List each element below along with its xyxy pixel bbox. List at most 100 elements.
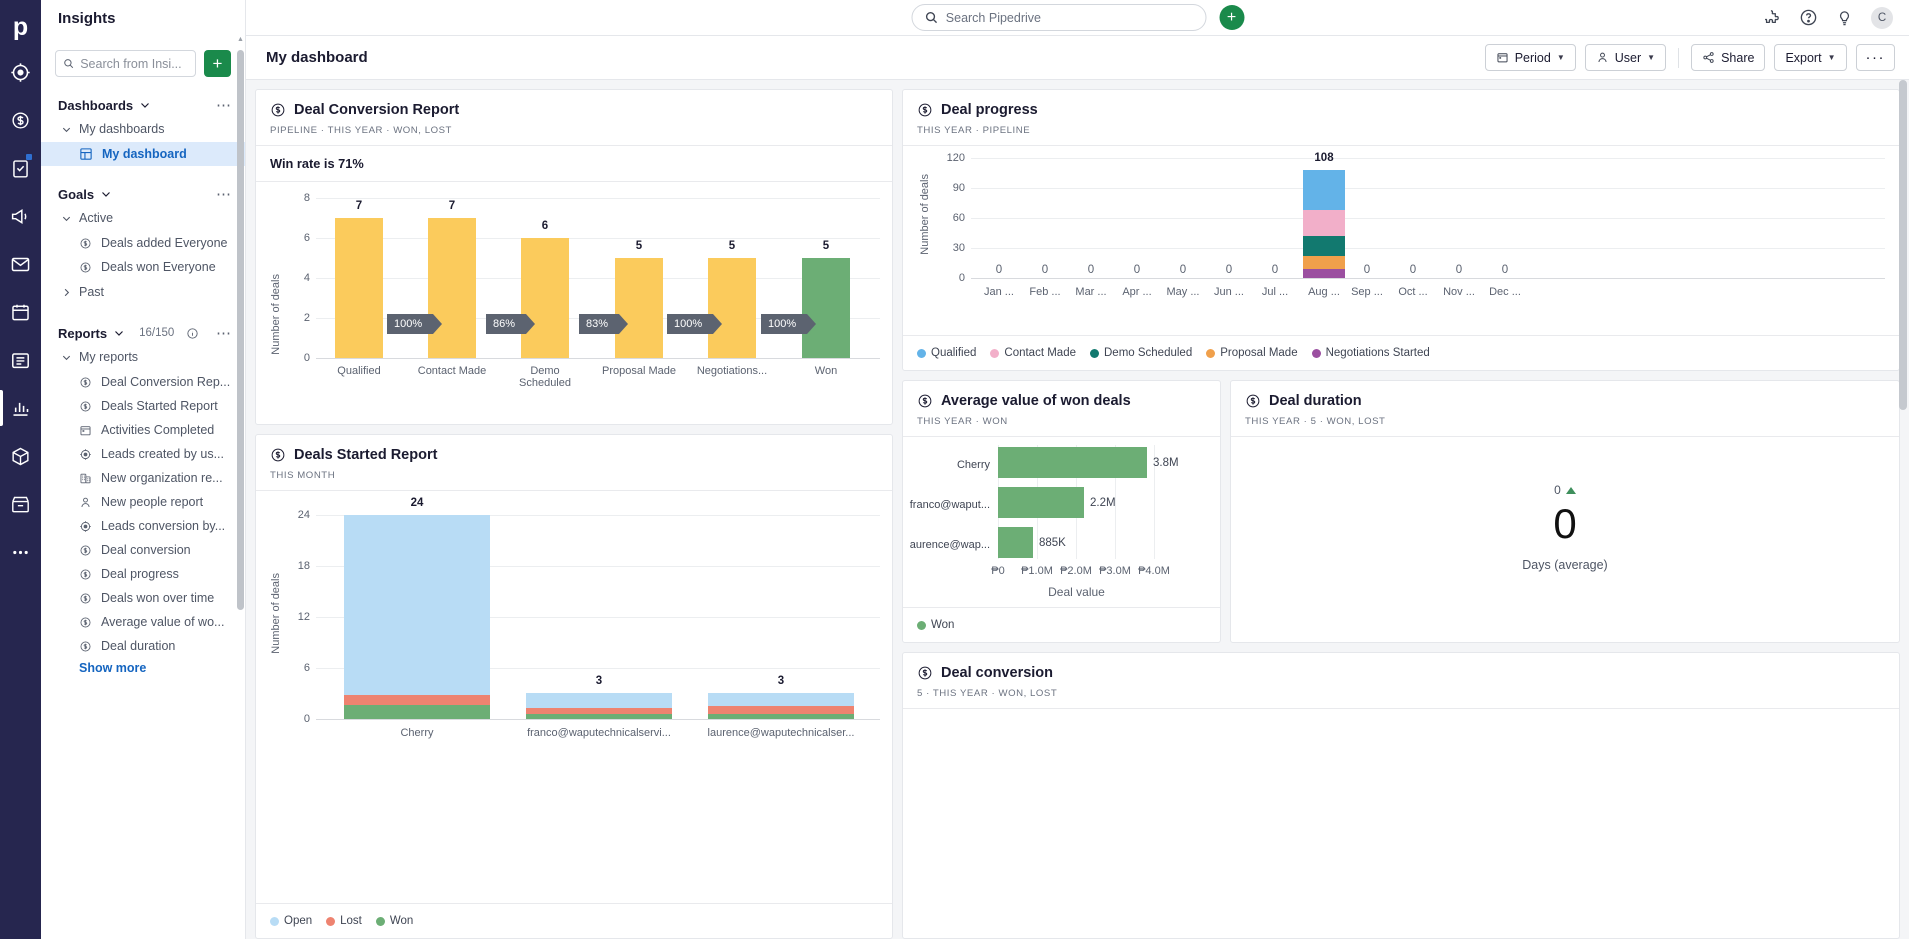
hbar-laurence[interactable]: [998, 527, 1033, 558]
legend-item-won[interactable]: Won: [375, 915, 413, 927]
bar-cherry-won[interactable]: [344, 705, 490, 719]
sidebar-item-new-organization-report[interactable]: New organization re...: [41, 466, 245, 490]
sidebar-scrollbar[interactable]: ▲: [237, 36, 244, 696]
legend-item-negotiations-started[interactable]: Negotiations Started: [1311, 347, 1430, 359]
sidebar-item-average-value-of-won-deals[interactable]: Average value of wo...: [41, 610, 245, 634]
sidebar-group-my-dashboards[interactable]: My dashboards: [41, 116, 245, 142]
scrollbar-thumb[interactable]: [1899, 80, 1907, 410]
help-icon[interactable]: [1799, 8, 1818, 27]
dashboards-more-button[interactable]: ⋯: [216, 98, 232, 113]
rail-item-products[interactable]: [0, 432, 41, 480]
chevron-down-icon[interactable]: [100, 188, 112, 200]
bar-laurence-won[interactable]: [708, 714, 854, 719]
bar-aug-negotiations-started[interactable]: [1303, 269, 1345, 278]
sidebar-add-button[interactable]: +: [204, 50, 231, 77]
user-filter-button[interactable]: User ▼: [1584, 44, 1667, 71]
puzzle-icon[interactable]: [1763, 8, 1782, 27]
bar-cherry-open[interactable]: [344, 515, 490, 695]
sidebar-item-deals-won-everyone[interactable]: Deals won Everyone: [41, 255, 245, 279]
legend-item-proposal-made[interactable]: Proposal Made: [1206, 347, 1298, 359]
sidebar-item-activities-completed[interactable]: Activities Completed: [41, 418, 245, 442]
bar-franco-open[interactable]: [526, 693, 672, 708]
lightbulb-icon[interactable]: [1835, 8, 1854, 27]
bar-total-label: 0: [1041, 264, 1049, 276]
rail-item-leads[interactable]: [0, 48, 41, 96]
sidebar-search-row: +: [41, 36, 245, 77]
bar-aug-demo-scheduled[interactable]: [1303, 236, 1345, 256]
sidebar-item-leads-created-by-user[interactable]: Leads created by us...: [41, 442, 245, 466]
legend-item-open[interactable]: Open: [270, 915, 312, 927]
bar-franco-won[interactable]: [526, 714, 672, 719]
bar-aug-contact-made[interactable]: [1303, 210, 1345, 236]
x-tick: ₱1.0M: [1021, 565, 1053, 577]
bar-demo-scheduled[interactable]: [521, 238, 569, 358]
organization-icon: [80, 473, 91, 483]
sidebar-item-my-dashboard[interactable]: My dashboard: [41, 142, 245, 166]
reports-header[interactable]: Reports 16/150 ⋯: [41, 322, 245, 344]
sidebar-search-input[interactable]: [80, 56, 188, 71]
sidebar-group-past-goals[interactable]: Past: [41, 279, 245, 305]
rail-item-mail[interactable]: [0, 240, 41, 288]
reports-more-button[interactable]: ⋯: [216, 326, 232, 341]
sidebar-item-new-people-report[interactable]: New people report: [41, 490, 245, 514]
info-icon[interactable]: [186, 327, 199, 340]
rail-item-projects[interactable]: [0, 336, 41, 384]
sidebar-item-deal-progress[interactable]: Deal progress: [41, 562, 245, 586]
sidebar-item-deal-conversion[interactable]: Deal conversion: [41, 538, 245, 562]
chevron-down-icon[interactable]: [113, 327, 125, 339]
goals-more-button[interactable]: ⋯: [216, 187, 232, 202]
reports-show-more-link[interactable]: Show more: [41, 658, 245, 675]
sidebar-group-active-goals[interactable]: Active: [41, 205, 245, 231]
bar-contact-made[interactable]: [428, 218, 476, 358]
legend-item-qualified[interactable]: Qualified: [917, 347, 976, 359]
sidebar-item-deal-duration[interactable]: Deal duration: [41, 634, 245, 658]
bar-qualified[interactable]: [335, 218, 383, 358]
bar-negotiations-started[interactable]: [708, 258, 756, 358]
dashboards-header[interactable]: Dashboards ⋯: [41, 94, 245, 116]
pipedrive-logo-icon[interactable]: p: [0, 6, 41, 48]
bar-won[interactable]: [802, 258, 850, 358]
rail-item-calendar[interactable]: [0, 288, 41, 336]
legend-item-lost[interactable]: Lost: [326, 915, 362, 927]
rail-item-insights[interactable]: [0, 384, 41, 432]
sidebar-group-my-reports[interactable]: My reports: [41, 344, 245, 370]
legend-item-won[interactable]: Won: [917, 619, 954, 631]
goals-header[interactable]: Goals ⋯: [41, 183, 245, 205]
rail-item-activities[interactable]: [0, 144, 41, 192]
dashboard-more-button[interactable]: ···: [1855, 44, 1895, 71]
chevron-down-icon[interactable]: [139, 99, 151, 111]
period-filter-button[interactable]: Period ▼: [1484, 44, 1576, 71]
sidebar-search-box[interactable]: [55, 50, 196, 77]
global-search-box[interactable]: [911, 4, 1206, 31]
sidebar-item-deals-started-report[interactable]: Deals Started Report: [41, 394, 245, 418]
bar-proposal-made[interactable]: [615, 258, 663, 358]
legend-item-contact-made[interactable]: Contact Made: [990, 347, 1076, 359]
bar-aug-qualified[interactable]: [1303, 170, 1345, 210]
sidebar-item-deals-added-everyone[interactable]: Deals added Everyone: [41, 231, 245, 255]
scrollbar-thumb[interactable]: [237, 50, 244, 610]
rail-item-more[interactable]: [0, 528, 41, 576]
card-title-row: Deal duration: [1245, 393, 1885, 409]
bar-laurence-lost[interactable]: [708, 706, 854, 714]
scroll-up-arrow[interactable]: ▲: [237, 36, 244, 43]
rail-item-campaigns[interactable]: [0, 192, 41, 240]
bar-laurence-open[interactable]: [708, 693, 854, 706]
sidebar-item-leads-conversion-by[interactable]: Leads conversion by...: [41, 514, 245, 538]
quick-add-button[interactable]: +: [1219, 5, 1244, 30]
user-avatar[interactable]: C: [1871, 6, 1893, 29]
card-deal-conversion: Deal conversion 5 · THIS YEAR · WON, LOS…: [902, 652, 1900, 939]
sidebar-item-deals-won-over-time[interactable]: Deals won over time: [41, 586, 245, 610]
rail-item-deals[interactable]: [0, 96, 41, 144]
legend-item-demo-scheduled[interactable]: Demo Scheduled: [1090, 347, 1192, 359]
sidebar-item-deal-conversion-report[interactable]: Deal Conversion Rep...: [41, 370, 245, 394]
bar-aug-proposal-made[interactable]: [1303, 256, 1345, 269]
export-button[interactable]: Export ▼: [1774, 44, 1847, 71]
share-button[interactable]: Share: [1691, 44, 1766, 71]
bar-cherry-lost[interactable]: [344, 695, 490, 705]
hbar-cherry[interactable]: [998, 447, 1147, 478]
board-scrollbar[interactable]: [1899, 80, 1907, 939]
rail-item-marketplace[interactable]: [0, 480, 41, 528]
global-search-input[interactable]: [945, 10, 1193, 25]
card-header: Deals Started Report THIS MONTH: [256, 435, 892, 490]
hbar-franco[interactable]: [998, 487, 1084, 518]
